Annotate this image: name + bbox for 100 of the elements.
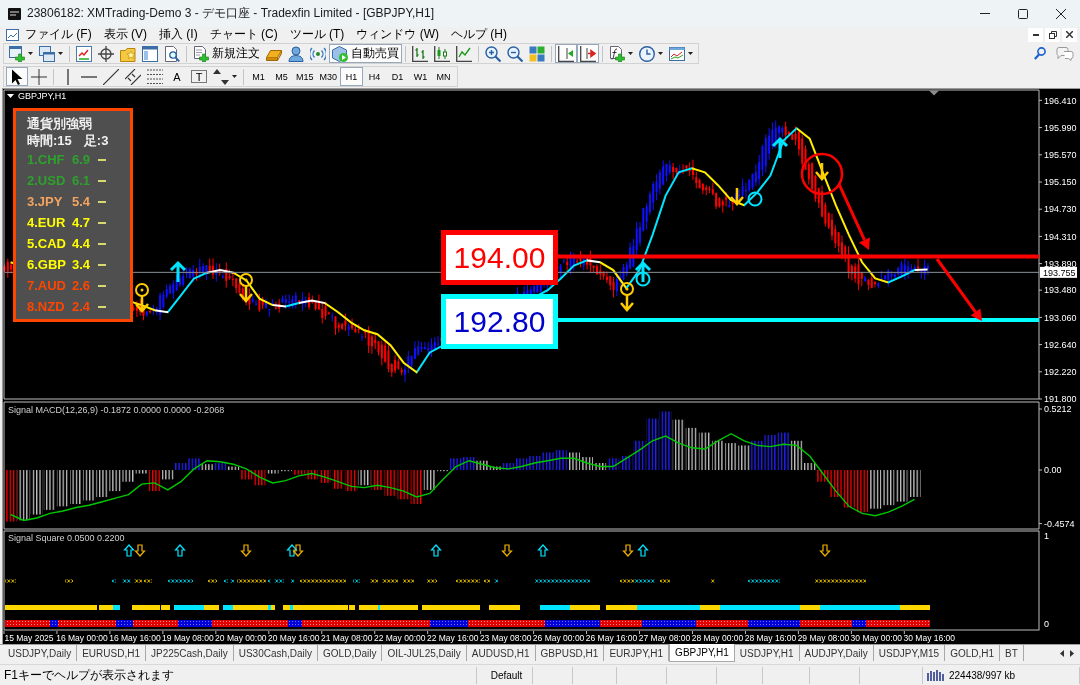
macd-bar bbox=[777, 432, 790, 471]
line-chart-button[interactable] bbox=[453, 44, 475, 63]
autoscroll-button[interactable] bbox=[577, 44, 599, 63]
zoom-out-button[interactable] bbox=[504, 44, 526, 63]
menu-item[interactable]: 表示 (V) bbox=[97, 27, 153, 42]
timeframe-button[interactable]: W1 bbox=[409, 67, 433, 86]
auto-trading-button[interactable]: 自動売買 bbox=[329, 44, 402, 63]
text-label-button[interactable]: T bbox=[188, 67, 210, 86]
timeframe-button[interactable]: M15 bbox=[293, 67, 317, 86]
templates-button[interactable] bbox=[666, 44, 696, 63]
scroll-left-icon[interactable] bbox=[1060, 649, 1064, 657]
strength-score: 2.6 bbox=[72, 278, 92, 293]
cross-marker-run bbox=[168, 578, 193, 584]
ring-marker-icon bbox=[620, 282, 634, 296]
scroll-right-icon[interactable] bbox=[1070, 649, 1074, 657]
menu-item[interactable]: ヘルプ (H) bbox=[445, 27, 513, 42]
macd-bar bbox=[908, 470, 921, 497]
macd-bar bbox=[541, 452, 554, 471]
macd-bar bbox=[882, 470, 895, 506]
maximize-icon bbox=[1018, 8, 1028, 19]
time-axis-label: 23 May 08:00 bbox=[479, 633, 532, 643]
dash-icon bbox=[98, 263, 106, 266]
dash-icon bbox=[98, 284, 106, 287]
timeframe-button[interactable]: MN bbox=[432, 67, 456, 86]
timeframe-button[interactable]: M30 bbox=[316, 67, 341, 86]
menu-item[interactable]: 挿入 (I) bbox=[153, 27, 204, 42]
restore-button[interactable] bbox=[1045, 27, 1060, 42]
chart-shift-button[interactable] bbox=[555, 44, 577, 63]
periods-button[interactable] bbox=[636, 44, 666, 63]
macd-bar bbox=[17, 470, 30, 521]
minimize-button[interactable] bbox=[1028, 27, 1043, 42]
trend-arrow bbox=[935, 258, 982, 321]
timeframe-button[interactable]: D1 bbox=[386, 67, 410, 86]
macd-bar bbox=[345, 470, 358, 492]
stacked-windows-icon bbox=[39, 45, 55, 62]
community-button[interactable] bbox=[285, 44, 307, 63]
fibonacci-lines-icon bbox=[147, 68, 163, 85]
menu-item[interactable]: チャート (C) bbox=[203, 27, 284, 42]
chart-shift-icon bbox=[558, 45, 574, 62]
radio-waves-icon bbox=[310, 45, 326, 62]
time-axis-label: 29 May 08:00 bbox=[797, 633, 850, 643]
minimize-icon bbox=[980, 13, 990, 14]
cross-marker-run bbox=[382, 578, 398, 584]
candles-button[interactable] bbox=[431, 44, 453, 63]
timeframe-button[interactable]: H4 bbox=[363, 67, 387, 86]
document-magnifier-icon bbox=[164, 45, 180, 62]
timeframe-button[interactable]: H1 bbox=[340, 67, 364, 86]
window-plus-icon bbox=[9, 45, 25, 62]
time-axis-label: 28 May 00:00 bbox=[691, 633, 744, 643]
macd-bar bbox=[30, 470, 43, 515]
down-arrow-icon bbox=[134, 293, 150, 313]
fibonacci-button[interactable] bbox=[144, 67, 166, 86]
menu-item[interactable]: ファイル (F) bbox=[19, 27, 98, 42]
ring-marker-icon bbox=[135, 283, 149, 297]
trend-line-button[interactable] bbox=[100, 67, 122, 86]
menu-item[interactable]: ツール (T) bbox=[283, 27, 351, 42]
market-watch-button[interactable] bbox=[73, 44, 95, 63]
crosshair-icon bbox=[31, 68, 47, 85]
menu-item[interactable]: ウィンドウ (W) bbox=[350, 27, 445, 42]
macd-bar bbox=[738, 445, 751, 471]
macd-bar bbox=[83, 470, 96, 501]
arrows-button[interactable] bbox=[210, 67, 240, 86]
cross-marker-run bbox=[535, 578, 590, 584]
close-button[interactable] bbox=[1062, 27, 1077, 42]
time-axis-label: 21 May 08:00 bbox=[321, 633, 373, 643]
macd-bar bbox=[751, 440, 764, 471]
down-arrow-icon bbox=[814, 161, 830, 181]
macd-bar bbox=[56, 470, 69, 507]
text-button[interactable]: A bbox=[166, 67, 188, 86]
search-icon[interactable] bbox=[1034, 47, 1046, 60]
new-order-button[interactable]: 新規注文 bbox=[190, 44, 263, 63]
timeframe-button[interactable]: M5 bbox=[270, 67, 293, 86]
scale-label: 0 bbox=[1044, 618, 1049, 629]
macd-bar bbox=[567, 452, 580, 471]
vertical-line-icon bbox=[66, 68, 69, 85]
timeframe-button[interactable]: M1 bbox=[247, 67, 270, 86]
price-axis-label: 196.410 bbox=[1044, 95, 1077, 106]
macd-bar bbox=[358, 470, 371, 486]
up-arrow-icon bbox=[430, 544, 442, 557]
price-axis-label: 194.310 bbox=[1044, 231, 1077, 242]
zoom-in-button[interactable] bbox=[482, 44, 504, 63]
cursor-button[interactable] bbox=[6, 67, 28, 86]
macd-bar bbox=[554, 450, 567, 471]
terminal-button[interactable] bbox=[139, 44, 161, 63]
data-window-button[interactable] bbox=[95, 44, 117, 63]
dash-icon bbox=[98, 305, 106, 308]
bar-chart-button[interactable] bbox=[409, 44, 431, 63]
macd-bar bbox=[672, 419, 685, 471]
channel-button[interactable] bbox=[122, 67, 144, 86]
dropdown-triangle-icon[interactable] bbox=[7, 94, 14, 98]
new-chart-button[interactable] bbox=[6, 44, 36, 63]
chart-tab[interactable]: GBPJPY,H1 bbox=[669, 644, 735, 662]
price-axis-label: 191.800 bbox=[1044, 394, 1077, 405]
cross-marker-run bbox=[237, 578, 266, 584]
ohlc-bars-icon bbox=[412, 45, 428, 62]
price-axis-label: 193.060 bbox=[1044, 312, 1077, 323]
cross-marker-run bbox=[291, 578, 294, 584]
profiles-button[interactable] bbox=[36, 44, 66, 63]
cross-marker-run bbox=[427, 578, 437, 584]
macd-bar bbox=[856, 470, 869, 513]
